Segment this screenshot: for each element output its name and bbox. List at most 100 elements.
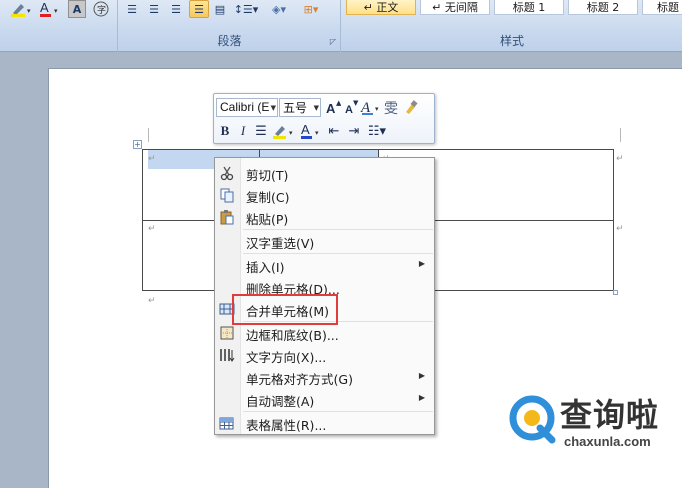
highlighter-icon: ▾	[273, 125, 293, 139]
grow-font-button[interactable]: A ▲	[324, 97, 342, 117]
align-left-button[interactable]: ☰	[123, 0, 141, 18]
phonetic-guide-icon: 雯	[384, 101, 398, 116]
char-shading-button[interactable]: A	[68, 0, 86, 18]
svg-text:A: A	[345, 104, 353, 115]
bold-icon: B	[220, 123, 230, 138]
bold-button[interactable]: B	[216, 121, 234, 141]
svg-text:A: A	[301, 123, 310, 137]
font-size-combo[interactable]: 五号 ▼	[279, 97, 321, 117]
table-resize-handle[interactable]	[613, 290, 618, 295]
chevron-down-icon: ▼	[270, 103, 276, 112]
style-heading-1[interactable]: 标题 1	[494, 0, 564, 15]
italic-button[interactable]: I	[234, 121, 252, 141]
svg-text:▾: ▾	[289, 129, 293, 137]
ribbon-group-paragraph: ☰ ☰ ☰ ☰ ▤ ↕☰▾ ◈▾ ⊞▾ 段落 ◸	[119, 0, 341, 52]
menu-item-label: 单元格对齐方式(G)	[246, 372, 353, 387]
mini-toolbar: Calibri (E ▼ 五号 ▼ A ▲ A ▼ A ▾ 雯 B I ☰ ▾ A ▾	[213, 93, 435, 144]
grow-font-icon: A ▲	[326, 99, 341, 115]
styles-group-label: 样式	[499, 34, 524, 48]
menu-item-label: 粘贴(P)	[246, 212, 289, 227]
text-style-icon: A ▾	[360, 100, 379, 116]
align-left-icon: ☰	[127, 2, 137, 16]
bullets-icon: ☷▾	[367, 123, 387, 139]
highlighter-icon: ▾	[11, 4, 31, 17]
svg-text:▾: ▾	[375, 105, 379, 113]
paragraph-dialog-launcher-icon[interactable]: ◸	[330, 37, 336, 46]
borders-button[interactable]: ⊞▾	[297, 0, 325, 18]
margin-marker	[620, 128, 621, 142]
align-center-button[interactable]: ☰	[145, 0, 163, 18]
svg-text:▼: ▼	[353, 99, 359, 107]
align-center-icon: ☰	[255, 123, 267, 139]
watermark: 查询啦 chaxunla.com	[508, 390, 678, 456]
text-style-button[interactable]: A ▾	[360, 97, 382, 117]
style-no-spacing[interactable]: ↵ 无间隔	[420, 0, 490, 15]
align-right-icon: ☰	[171, 2, 181, 16]
chevron-down-icon: ▼	[313, 103, 319, 112]
svg-text:▾: ▾	[315, 129, 319, 137]
decrease-indent-button[interactable]: ⇤	[324, 121, 344, 141]
menu-item-label: 复制(C)	[246, 190, 290, 205]
style-title[interactable]: 标题	[642, 0, 682, 15]
shading-button[interactable]: ◈▾	[265, 0, 293, 18]
line-spacing-button[interactable]: ↕☰▾	[233, 0, 259, 18]
italic-icon: I	[240, 123, 246, 138]
menu-item-table-properties[interactable]: 表格属性(R)...	[215, 412, 434, 434]
align-right-button[interactable]: ☰	[167, 0, 185, 18]
menu-item-autofit[interactable]: 自动调整(A) ▶	[215, 388, 434, 410]
menu-item-cell-alignment[interactable]: 单元格对齐方式(G) ▶	[215, 366, 434, 388]
format-painter-button[interactable]	[402, 97, 420, 117]
char-shading-icon: A	[72, 2, 82, 16]
menu-item-borders-shading[interactable]: 边框和底纹(B)...	[215, 322, 434, 344]
menu-item-label: 边框和底纹(B)...	[246, 328, 339, 343]
svg-text:字: 字	[97, 4, 106, 16]
borders-grid-icon: ⊞▾	[303, 2, 319, 16]
highlight-color-button[interactable]: ▾	[6, 0, 34, 18]
font-name-combo[interactable]: Calibri (E ▼	[216, 97, 278, 117]
phonetic-guide-button[interactable]: 雯	[382, 97, 402, 117]
menu-item-paste[interactable]: 粘贴(P)	[215, 206, 434, 228]
menu-item-text-direction[interactable]: 文字方向(X)...	[215, 344, 434, 366]
font-color-button-mini[interactable]: A ▾	[298, 121, 324, 141]
menu-item-insert[interactable]: 插入(I) ▶	[215, 254, 434, 276]
mini-toolbar-row-1: Calibri (E ▼ 五号 ▼ A ▲ A ▼ A ▾ 雯	[216, 96, 420, 118]
scissors-icon	[219, 165, 235, 181]
chaxunla-logo-icon	[509, 395, 556, 444]
paragraph-mark: ↵	[148, 296, 156, 306]
highlight-annotation-box	[232, 294, 338, 325]
menu-item-label: 剪切(T)	[246, 168, 289, 183]
watermark-name: 查询啦	[560, 396, 660, 434]
center-button[interactable]: ☰	[252, 121, 270, 141]
distributed-button[interactable]: ▤	[211, 0, 229, 18]
submenu-arrow-icon: ▶	[418, 393, 425, 402]
mini-toolbar-row-2: B I ☰ ▾ A ▾ ⇤ ⇥ ☷▾	[216, 120, 390, 142]
menu-item-label: 自动调整(A)	[246, 394, 315, 409]
enclosed-char-icon: 字	[93, 1, 109, 17]
svg-text:雯: 雯	[384, 101, 398, 116]
font-size-value: 五号	[283, 100, 308, 115]
format-painter-icon	[406, 100, 418, 114]
justify-button[interactable]: ☰	[189, 0, 209, 18]
style-normal[interactable]: ↵ 正文	[346, 0, 416, 15]
increase-indent-button[interactable]: ⇥	[344, 121, 364, 141]
line-spacing-icon: ↕☰▾	[233, 2, 259, 16]
ribbon-group-styles: ↵ 正文 ↵ 无间隔 标题 1 标题 2 标题 样式	[342, 0, 682, 52]
menu-item-reselect-hanzi[interactable]: 汉字重选(V)	[215, 230, 434, 252]
highlight-button[interactable]: ▾	[270, 121, 298, 141]
font-color-button[interactable]: A ▾	[36, 0, 64, 18]
menu-item-copy[interactable]: 复制(C)	[215, 184, 434, 206]
watermark-url: chaxunla.com	[564, 434, 651, 449]
shrink-font-button[interactable]: A ▼	[342, 97, 360, 117]
row-end-mark: ↵	[616, 224, 624, 234]
cell-end-mark: ↵	[148, 224, 156, 234]
paint-bucket-icon: ◈▾	[272, 2, 286, 16]
table-move-handle-icon[interactable]: +	[133, 140, 142, 149]
svg-text:▲: ▲	[336, 99, 341, 107]
style-heading-2[interactable]: 标题 2	[568, 0, 638, 15]
bullets-button[interactable]: ☷▾	[364, 121, 390, 141]
font-color-icon: A ▾	[301, 123, 319, 139]
ribbon: ▾ A ▾ A 字 ☰ ☰ ☰ ☰ ▤ ↕☰▾ ◈▾ ⊞▾ 段落 ◸ ↵ 正文 ↵…	[0, 0, 682, 52]
enclose-char-button[interactable]: 字	[92, 0, 110, 18]
menu-item-cut[interactable]: 剪切(T)	[215, 162, 434, 184]
svg-text:A: A	[40, 1, 49, 15]
